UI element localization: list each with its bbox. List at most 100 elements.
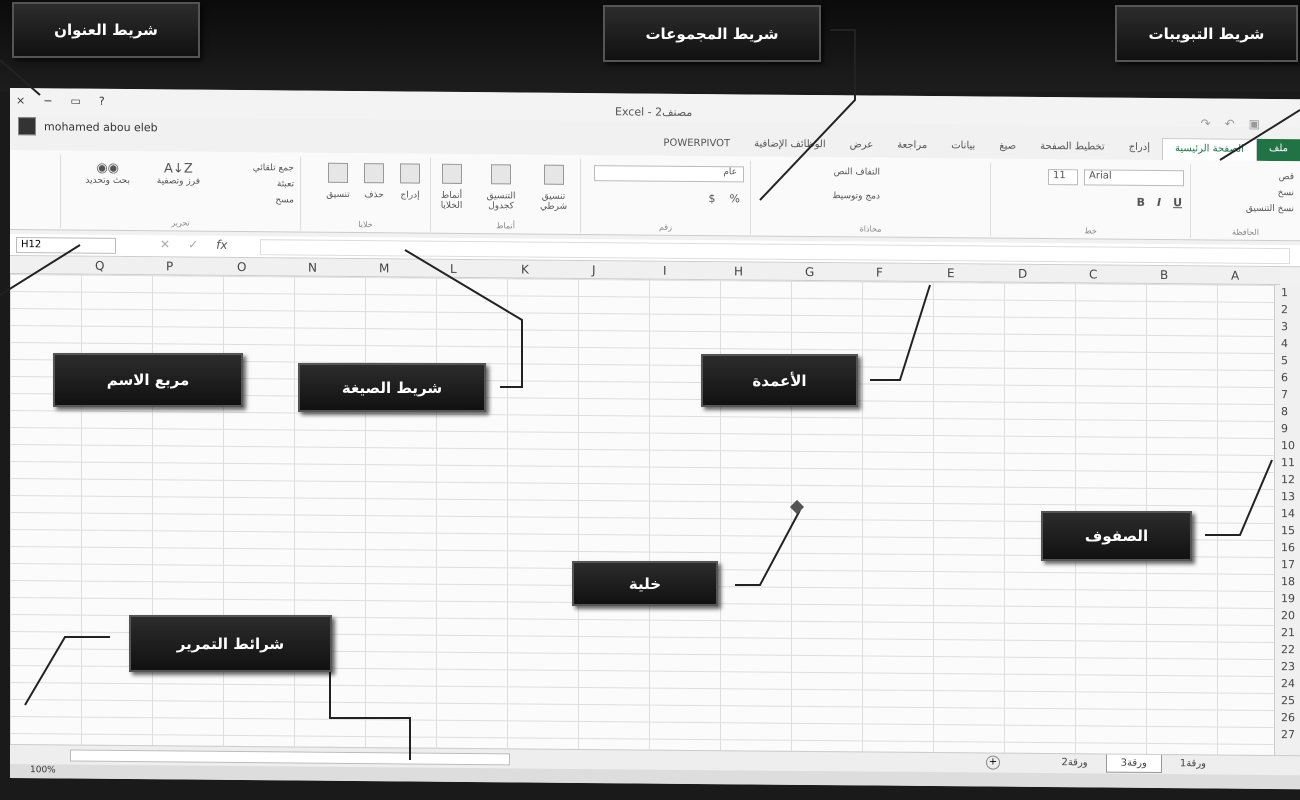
merge-center-button[interactable]: دمج وتوسيط (832, 191, 880, 201)
restore-icon[interactable]: ▭ (70, 95, 80, 108)
undo-icon[interactable]: ↶ (1225, 117, 1235, 131)
clipboard-group: قص نسخ نسخ التنسيق الحافظة (1190, 164, 1300, 240)
row-header[interactable]: 6 (1281, 371, 1288, 384)
format-cells-button[interactable]: تنسيق (324, 159, 352, 200)
row-header[interactable]: 22 (1281, 643, 1295, 656)
row-header[interactable]: 14 (1281, 507, 1295, 520)
row-header[interactable]: 8 (1281, 405, 1288, 418)
fill-button[interactable]: تعبئة (253, 176, 294, 192)
row-header[interactable]: 9 (1281, 422, 1288, 435)
column-header[interactable]: P (166, 259, 173, 273)
save-icon[interactable]: ▣ (1249, 117, 1260, 131)
close-icon[interactable]: × (16, 94, 25, 107)
column-header[interactable]: K (521, 262, 529, 276)
tab-5[interactable]: بيانات (939, 136, 987, 158)
column-header[interactable]: E (947, 266, 955, 280)
tab-2[interactable]: إدراج (1117, 138, 1162, 160)
cancel-icon[interactable]: ✕ (160, 237, 170, 251)
row-header[interactable]: 1 (1281, 286, 1288, 299)
column-header[interactable]: B (1160, 268, 1168, 282)
horizontal-scrollbar[interactable] (70, 749, 510, 766)
cell-styles-button[interactable]: أنماط الخلايا (434, 160, 469, 211)
redo-icon[interactable]: ↷ (1201, 116, 1211, 130)
tab-3[interactable]: تخطيط الصفحة (1028, 137, 1117, 160)
add-sheet-button[interactable]: + (986, 755, 1000, 770)
row-header[interactable]: 23 (1281, 660, 1295, 673)
font-size-select[interactable]: 11 (1048, 169, 1078, 186)
row-header[interactable]: 12 (1281, 473, 1295, 486)
number-format-select[interactable]: عام (594, 165, 744, 183)
row-header[interactable]: 3 (1281, 320, 1288, 333)
row-header[interactable]: 19 (1281, 592, 1295, 605)
tab-4[interactable]: صيغ (987, 137, 1028, 159)
find-select-button[interactable]: ◉◉ بحث وتحديد (85, 161, 130, 186)
tab-8[interactable]: الوظائف الإضافية (742, 134, 838, 157)
user-account[interactable]: mohamed abou eleb (10, 116, 158, 137)
tab-1[interactable]: الصفحة الرئيسية (1161, 138, 1257, 161)
row-header[interactable]: 2 (1281, 303, 1288, 316)
row-header[interactable]: 26 (1281, 711, 1295, 724)
copy-button[interactable]: نسخ (1246, 185, 1294, 201)
column-header[interactable]: Q (95, 259, 104, 273)
cell-styles-icon (441, 163, 462, 184)
column-header[interactable]: F (876, 266, 883, 280)
minimize-icon[interactable]: − (43, 94, 52, 107)
cut-button[interactable]: قص (1246, 169, 1294, 185)
row-header[interactable]: 18 (1281, 575, 1295, 588)
column-header[interactable]: M (379, 261, 389, 275)
italic-button[interactable]: I (1157, 196, 1161, 209)
currency-button[interactable]: $ (709, 192, 716, 205)
row-header[interactable]: 13 (1281, 490, 1295, 503)
sheet-tab[interactable]: ورقة1 (1166, 755, 1220, 773)
function-icon[interactable]: fx (216, 238, 227, 252)
format-table-button[interactable]: التنسيق كجدول (479, 160, 523, 211)
column-header[interactable]: J (592, 263, 596, 277)
row-header[interactable]: 25 (1281, 694, 1295, 707)
conditional-format-button[interactable]: تنسيق شرطي (533, 161, 574, 212)
column-header[interactable]: D (1018, 267, 1027, 281)
row-header[interactable]: 16 (1281, 541, 1295, 554)
font-group: Arial 11 B I U خط (990, 162, 1190, 239)
column-header[interactable]: I (663, 264, 667, 278)
bold-button[interactable]: B (1137, 196, 1145, 209)
editing-group: جمع تلقائي تعبئة مسح A↓Z فرز وتصفية ◉◉ بحث… (60, 154, 300, 231)
delete-cells-button[interactable]: حذف (360, 159, 388, 200)
row-header[interactable]: 5 (1281, 354, 1288, 367)
zoom-level[interactable]: 100% (30, 765, 56, 775)
font-name-select[interactable]: Arial (1084, 169, 1184, 187)
column-header[interactable]: O (237, 260, 246, 274)
column-header[interactable]: C (1089, 267, 1097, 281)
tab-7[interactable]: عرض (838, 135, 886, 157)
enter-icon[interactable]: ✓ (188, 238, 198, 252)
row-header[interactable]: 7 (1281, 388, 1288, 401)
row-header[interactable]: 4 (1281, 337, 1288, 350)
row-header[interactable]: 24 (1281, 677, 1295, 690)
row-header[interactable]: 27 (1281, 728, 1295, 741)
name-box[interactable]: H12 (16, 237, 116, 254)
column-header[interactable]: G (805, 265, 814, 279)
tab-9[interactable]: POWERPIVOT (651, 134, 742, 157)
percent-button[interactable]: % (730, 192, 740, 205)
tab-6[interactable]: مراجعة (885, 136, 939, 158)
underline-button[interactable]: U (1173, 196, 1182, 209)
sheet-tab[interactable]: ورقة2 (1047, 754, 1101, 772)
row-header[interactable]: 17 (1281, 558, 1295, 571)
autosum-button[interactable]: جمع تلقائي (253, 160, 294, 176)
column-header[interactable]: A (1231, 269, 1239, 283)
tab-0[interactable]: ملف (1256, 138, 1300, 162)
format-painter-button[interactable]: نسخ التنسيق (1246, 201, 1294, 217)
wrap-text-button[interactable]: التفاف النص (834, 167, 880, 177)
help-icon[interactable]: ? (99, 95, 105, 108)
row-header[interactable]: 20 (1281, 609, 1295, 622)
row-header[interactable]: 15 (1281, 524, 1295, 537)
clear-button[interactable]: مسح (253, 192, 294, 208)
column-header[interactable]: L (450, 262, 457, 276)
insert-cells-button[interactable]: إدراج (396, 159, 424, 201)
sheet-tab[interactable]: ورقة3 (1105, 754, 1162, 774)
row-header[interactable]: 10 (1281, 439, 1295, 452)
row-header[interactable]: 11 (1281, 456, 1295, 469)
sort-filter-button[interactable]: A↓Z فرز وتصفية (157, 161, 200, 186)
column-header[interactable]: H (734, 264, 743, 278)
column-header[interactable]: N (308, 261, 317, 275)
row-header[interactable]: 21 (1281, 626, 1295, 639)
